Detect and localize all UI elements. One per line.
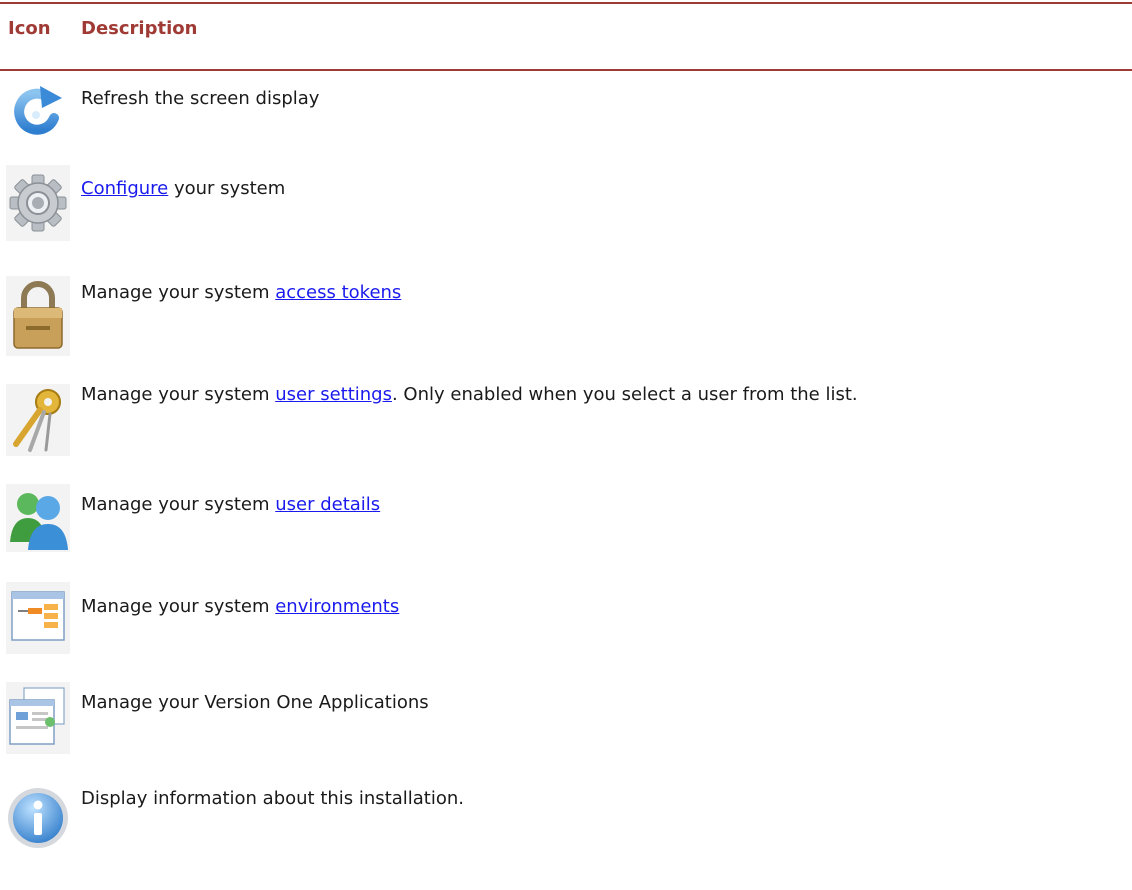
column-header-description: Description — [81, 18, 198, 39]
table-top-rule — [0, 2, 1132, 4]
configure-link[interactable]: Configure — [81, 178, 168, 199]
users-icon — [6, 484, 70, 552]
environments-link[interactable]: environments — [275, 596, 399, 617]
row-description: Manage your system user details — [81, 494, 381, 515]
row-description: Refresh the screen display — [81, 88, 320, 109]
row-description: Manage your system user settings. Only e… — [81, 384, 858, 405]
applications-icon — [6, 682, 70, 754]
lock-icon — [6, 276, 70, 356]
info-icon — [6, 778, 70, 854]
user-details-link[interactable]: user details — [275, 494, 380, 515]
environments-icon — [6, 582, 70, 654]
table-header-rule — [0, 69, 1132, 71]
access-tokens-link[interactable]: access tokens — [275, 282, 401, 303]
keys-icon — [6, 384, 70, 456]
icon-description-table: Icon Description Refresh the screen disp… — [0, 0, 1132, 890]
user-settings-link[interactable]: user settings — [275, 384, 392, 405]
row-description: Display information about this installat… — [81, 788, 465, 809]
row-description: Manage your Version One Applications — [81, 692, 429, 713]
gear-icon — [6, 165, 70, 241]
row-description: Manage your system environments — [81, 596, 400, 617]
row-description: Configure your system — [81, 178, 286, 199]
row-description: Manage your system access tokens — [81, 282, 402, 303]
refresh-icon — [6, 84, 70, 148]
column-header-icon: Icon — [8, 18, 51, 39]
